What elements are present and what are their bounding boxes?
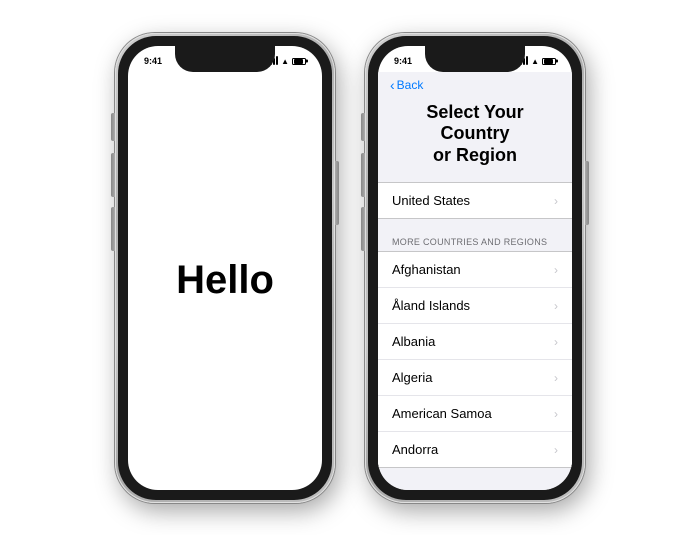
list-item[interactable]: Afghanistan ›: [378, 252, 572, 288]
chevron-right-icon: ›: [554, 194, 558, 208]
more-countries-header: MORE COUNTRIES AND REGIONS: [378, 231, 572, 251]
list-item[interactable]: Andorra ›: [378, 432, 572, 467]
time-2: 9:41: [394, 56, 412, 66]
battery-icon-2: [542, 58, 556, 65]
back-label: Back: [397, 78, 424, 92]
chevron-right-icon: ›: [554, 299, 558, 313]
country-name: American Samoa: [392, 406, 492, 421]
countries-section: Afghanistan › Åland Islands › Albania › …: [378, 251, 572, 468]
list-item[interactable]: Åland Islands ›: [378, 288, 572, 324]
phone-2: 9:41 ▲ ‹: [365, 33, 585, 503]
chevron-right-icon: ›: [554, 335, 558, 349]
hello-text: Hello: [176, 258, 274, 303]
battery-icon-1: [292, 58, 306, 65]
chevron-right-icon: ›: [554, 371, 558, 385]
top-country-section: United States ›: [378, 182, 572, 219]
list-item[interactable]: American Samoa ›: [378, 396, 572, 432]
list-item[interactable]: Algeria ›: [378, 360, 572, 396]
notch-1: [175, 46, 275, 72]
list-item[interactable]: United States ›: [378, 183, 572, 218]
country-screen: ‹ Back Select Your Country or Region Uni…: [378, 72, 572, 490]
wifi-icon-1: ▲: [281, 57, 289, 66]
time-1: 9:41: [144, 56, 162, 66]
country-name: United States: [392, 193, 470, 208]
country-name: Albania: [392, 334, 435, 349]
list-item[interactable]: Albania ›: [378, 324, 572, 360]
chevron-right-icon: ›: [554, 407, 558, 421]
wifi-icon-2: ▲: [531, 57, 539, 66]
country-name: Andorra: [392, 442, 438, 457]
phone-1: 9:41 ▲ Hello: [115, 33, 335, 503]
country-name: Afghanistan: [392, 262, 461, 277]
notch-2: [425, 46, 525, 72]
back-chevron-icon: ‹: [390, 78, 395, 92]
country-name: Åland Islands: [392, 298, 470, 313]
hello-screen: Hello: [128, 72, 322, 490]
back-button[interactable]: ‹ Back: [390, 78, 423, 92]
chevron-right-icon: ›: [554, 443, 558, 457]
chevron-right-icon: ›: [554, 263, 558, 277]
country-name: Algeria: [392, 370, 432, 385]
